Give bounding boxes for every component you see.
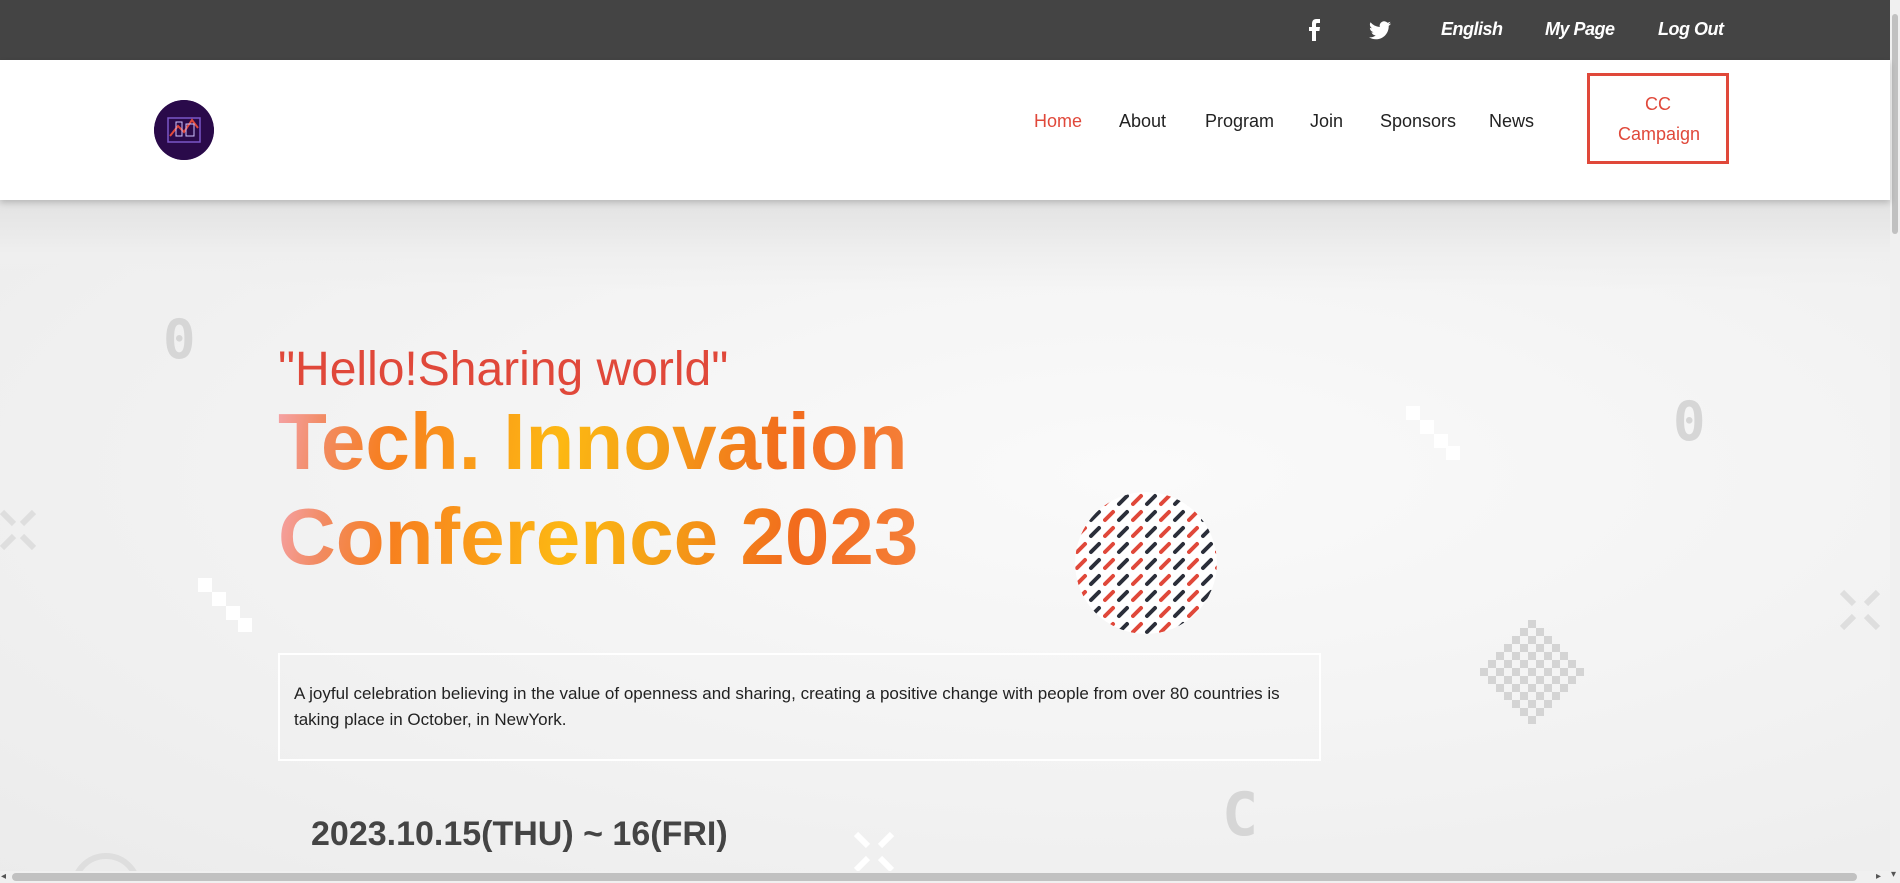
hero-title-line1: Tech. Innovation xyxy=(278,395,908,489)
checker-deco-icon xyxy=(1406,406,1460,460)
checker-deco-icon xyxy=(198,578,252,632)
event-date: 2023.10.15(THU) ~ 16(FRI) xyxy=(311,815,728,853)
nav-news[interactable]: News xyxy=(1489,110,1534,132)
hero-description-box: A joyful celebration believing in the va… xyxy=(278,653,1321,761)
main-header: Home About Program Join Sponsors News CC… xyxy=(0,60,1890,200)
nav-about[interactable]: About xyxy=(1119,110,1166,132)
facebook-icon[interactable] xyxy=(1303,18,1327,42)
nav-sponsors[interactable]: Sponsors xyxy=(1380,110,1456,132)
pattern-circle-icon xyxy=(1075,492,1217,634)
hero-title-line2: Conference 2023 xyxy=(278,490,918,584)
zero-deco-icon: 0 xyxy=(163,308,196,371)
language-link[interactable]: English xyxy=(1441,17,1503,41)
vertical-scrollbar[interactable]: ▾ xyxy=(1890,0,1900,883)
c-deco-icon: C xyxy=(1222,780,1259,850)
cross-deco-icon xyxy=(0,508,36,552)
hero-background-band xyxy=(0,200,1890,290)
hero-description: A joyful celebration believing in the va… xyxy=(294,684,1280,729)
nav-join[interactable]: Join xyxy=(1310,110,1343,132)
cc-campaign-button[interactable]: CC Campaign xyxy=(1587,73,1729,164)
nav-program[interactable]: Program xyxy=(1205,110,1274,132)
log-out-link[interactable]: Log Out xyxy=(1658,17,1724,41)
hero-tagline: "Hello!Sharing world" xyxy=(278,343,729,396)
conference-logo[interactable] xyxy=(154,100,214,160)
scroll-left-icon[interactable]: ◂ xyxy=(1,872,6,882)
vertical-scroll-thumb[interactable] xyxy=(1892,14,1898,234)
horizontal-scroll-thumb[interactable] xyxy=(12,873,1857,881)
my-page-link[interactable]: My Page xyxy=(1545,17,1615,41)
utility-bar: English My Page Log Out xyxy=(0,0,1890,60)
scroll-right-icon[interactable]: ▸ xyxy=(1876,872,1881,882)
cross-deco-icon xyxy=(1838,588,1882,632)
diamond-grid-deco-icon xyxy=(1480,620,1584,724)
nav-home[interactable]: Home xyxy=(1034,110,1082,132)
horizontal-scrollbar[interactable]: ◂ ▸ xyxy=(0,871,1890,883)
cross-deco-icon xyxy=(852,830,896,874)
zero-deco-icon: 0 xyxy=(1673,390,1706,453)
cc-campaign-label: CC Campaign xyxy=(1618,93,1701,144)
hero-section: 0 0 C "Hello!Sharing world" Tech. Innova… xyxy=(0,200,1890,883)
twitter-icon[interactable] xyxy=(1368,18,1392,42)
scroll-down-icon[interactable]: ▾ xyxy=(1891,870,1896,880)
